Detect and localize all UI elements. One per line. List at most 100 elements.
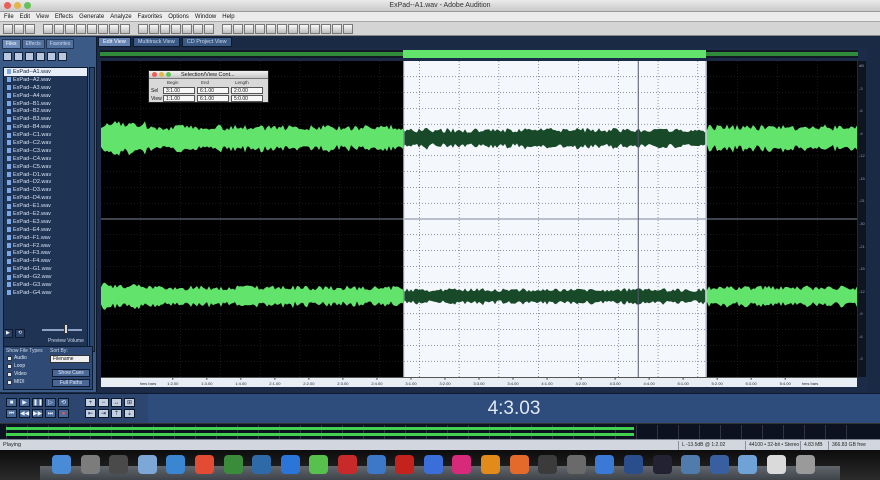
list-item[interactable]: ExPad--G1.wav xyxy=(4,265,87,273)
menu-file[interactable]: File xyxy=(4,14,14,20)
menu-analyze[interactable]: Analyze xyxy=(110,14,131,20)
image-icon[interactable] xyxy=(681,455,701,474)
list-item[interactable]: ExPad--A1.wav xyxy=(4,68,87,76)
preview-icon[interactable] xyxy=(137,455,157,474)
list-item[interactable]: ExPad--E2.wav xyxy=(4,210,87,218)
file-list[interactable]: ExPad--A1.wav ExPad--A2.wav ExPad--A3.wav E… xyxy=(3,67,88,352)
effect-icon[interactable] xyxy=(233,23,243,34)
autoplay-icon[interactable] xyxy=(58,52,67,61)
loop-preview-icon[interactable] xyxy=(47,52,56,61)
vnc-icon[interactable] xyxy=(595,455,615,474)
preview-volume-slider[interactable] xyxy=(42,329,82,331)
stop-icon[interactable]: ■ xyxy=(6,398,17,407)
list-item[interactable]: ExPad--D2.wav xyxy=(4,178,87,186)
zoom-out-full-icon[interactable]: ↔ xyxy=(111,398,122,407)
list-item[interactable]: ExPad--E4.wav xyxy=(4,226,87,234)
multitrack-icon[interactable] xyxy=(14,23,24,34)
preview-volume-knob[interactable] xyxy=(64,324,68,334)
sel-begin-field[interactable]: 3:1.00 xyxy=(163,87,195,94)
go-to-end-icon[interactable]: ⏭ xyxy=(45,409,56,418)
list-item[interactable]: ExPad--A4.wav xyxy=(4,92,87,100)
list-item[interactable]: ExPad--C5.wav xyxy=(4,163,87,171)
waveform-display[interactable] xyxy=(101,61,857,377)
insert-icon[interactable] xyxy=(25,52,34,61)
effect-icon[interactable] xyxy=(277,23,287,34)
menu-options[interactable]: Options xyxy=(168,14,189,20)
zoom-out-vertical-icon[interactable]: ⇣ xyxy=(124,409,135,418)
zoom-in-horizontal-icon[interactable]: + xyxy=(85,398,96,407)
save-icon[interactable] xyxy=(54,23,64,34)
chrome-icon[interactable] xyxy=(195,455,214,474)
menu-favorites[interactable]: Favorites xyxy=(138,14,163,20)
effect-icon[interactable] xyxy=(266,23,276,34)
list-item[interactable]: ExPad--F4.wav xyxy=(4,257,87,265)
zoom-out-horizontal-icon[interactable]: − xyxy=(98,398,109,407)
menu-edit[interactable]: Edit xyxy=(20,14,30,20)
finder-icon[interactable] xyxy=(52,455,71,474)
zoom-right-icon[interactable]: ⇥ xyxy=(98,409,109,418)
tab-cd-project-view[interactable]: CD Project View xyxy=(181,37,232,47)
list-item[interactable]: ExPad--G4.wav xyxy=(4,289,87,297)
waveform-icon[interactable] xyxy=(204,23,214,34)
list-item[interactable]: ExPad--G3.wav xyxy=(4,281,87,289)
evernote-icon[interactable] xyxy=(223,455,243,474)
zoom-selection-icon[interactable]: ⊞ xyxy=(124,398,135,407)
list-item[interactable]: ExPad--E3.wav xyxy=(4,218,87,226)
launchpad-icon[interactable] xyxy=(80,455,100,474)
zoom-in-vertical-icon[interactable]: ⇡ xyxy=(111,409,122,418)
loop-checkbox[interactable]: Loop xyxy=(7,363,25,369)
lasso-icon[interactable] xyxy=(160,23,170,34)
spotify-icon[interactable] xyxy=(309,455,329,474)
sel-end-field[interactable]: 6:1.00 xyxy=(197,87,229,94)
menu-window[interactable]: Window xyxy=(195,14,216,20)
import-icon[interactable] xyxy=(3,52,12,61)
menu-help[interactable]: Help xyxy=(222,14,234,20)
time-ruler[interactable]: hms bars 1:2.00 1:3.00 1:4.00 2:1.00 2:2.00 2:… xyxy=(101,377,857,387)
go-to-start-icon[interactable]: ⏮ xyxy=(6,409,17,418)
tab-multitrack-view[interactable]: Multitrack View xyxy=(132,37,180,47)
menu-generate[interactable]: Generate xyxy=(79,14,104,20)
overview-bar[interactable] xyxy=(100,50,858,58)
fetch-icon[interactable] xyxy=(366,455,386,474)
cut-icon[interactable] xyxy=(566,455,586,474)
zoom-tool-icon[interactable] xyxy=(182,23,192,34)
hand-icon[interactable] xyxy=(171,23,181,34)
full-paths-button[interactable]: Full Paths xyxy=(52,379,90,387)
close-file-icon[interactable] xyxy=(65,23,75,34)
list-item[interactable]: ExPad--E1.wav xyxy=(4,202,87,210)
effect-icon[interactable] xyxy=(255,23,265,34)
effect-icon[interactable] xyxy=(222,23,232,34)
tab-effects[interactable]: Effects xyxy=(21,39,45,49)
list-item[interactable]: ExPad--C1.wav xyxy=(4,131,87,139)
effect-icon[interactable] xyxy=(288,23,298,34)
view-end-field[interactable]: 6:1.00 xyxy=(197,95,229,102)
quicktime-icon[interactable] xyxy=(709,455,729,474)
play-icon[interactable]: ▶ xyxy=(19,398,30,407)
tab-files[interactable]: Files xyxy=(2,39,21,49)
cd-project-icon[interactable] xyxy=(25,23,35,34)
effect-icon[interactable] xyxy=(244,23,254,34)
overview-selection[interactable] xyxy=(403,50,707,58)
paste-icon[interactable] xyxy=(120,23,130,34)
list-item[interactable]: ExPad--B2.wav xyxy=(4,107,87,115)
effect-icon[interactable] xyxy=(332,23,342,34)
list-item[interactable]: ExPad--B4.wav xyxy=(4,123,87,131)
video-checkbox[interactable]: Video xyxy=(7,371,27,377)
list-item[interactable]: ExPad--C3.wav xyxy=(4,147,87,155)
list-item[interactable]: ExPad--C4.wav xyxy=(4,155,87,163)
filezilla-icon[interactable] xyxy=(338,455,357,474)
folder-icon[interactable] xyxy=(738,455,758,474)
list-item[interactable]: ExPad--F1.wav xyxy=(4,234,87,242)
camera-icon[interactable] xyxy=(252,455,272,474)
list-item[interactable]: ExPad--F3.wav xyxy=(4,249,87,257)
acrobat-icon[interactable] xyxy=(395,455,415,474)
documents-icon[interactable] xyxy=(767,455,786,474)
spectral-icon[interactable] xyxy=(193,23,203,34)
list-item[interactable]: ExPad--C2.wav xyxy=(4,139,87,147)
list-item[interactable]: ExPad--B3.wav xyxy=(4,115,87,123)
itunes-icon[interactable] xyxy=(423,455,443,474)
sort-by-select[interactable]: Filename xyxy=(50,355,90,363)
pause-icon[interactable]: ❚❚ xyxy=(32,398,43,407)
file-list-scrollbar[interactable] xyxy=(89,67,95,352)
cut-icon[interactable] xyxy=(98,23,108,34)
